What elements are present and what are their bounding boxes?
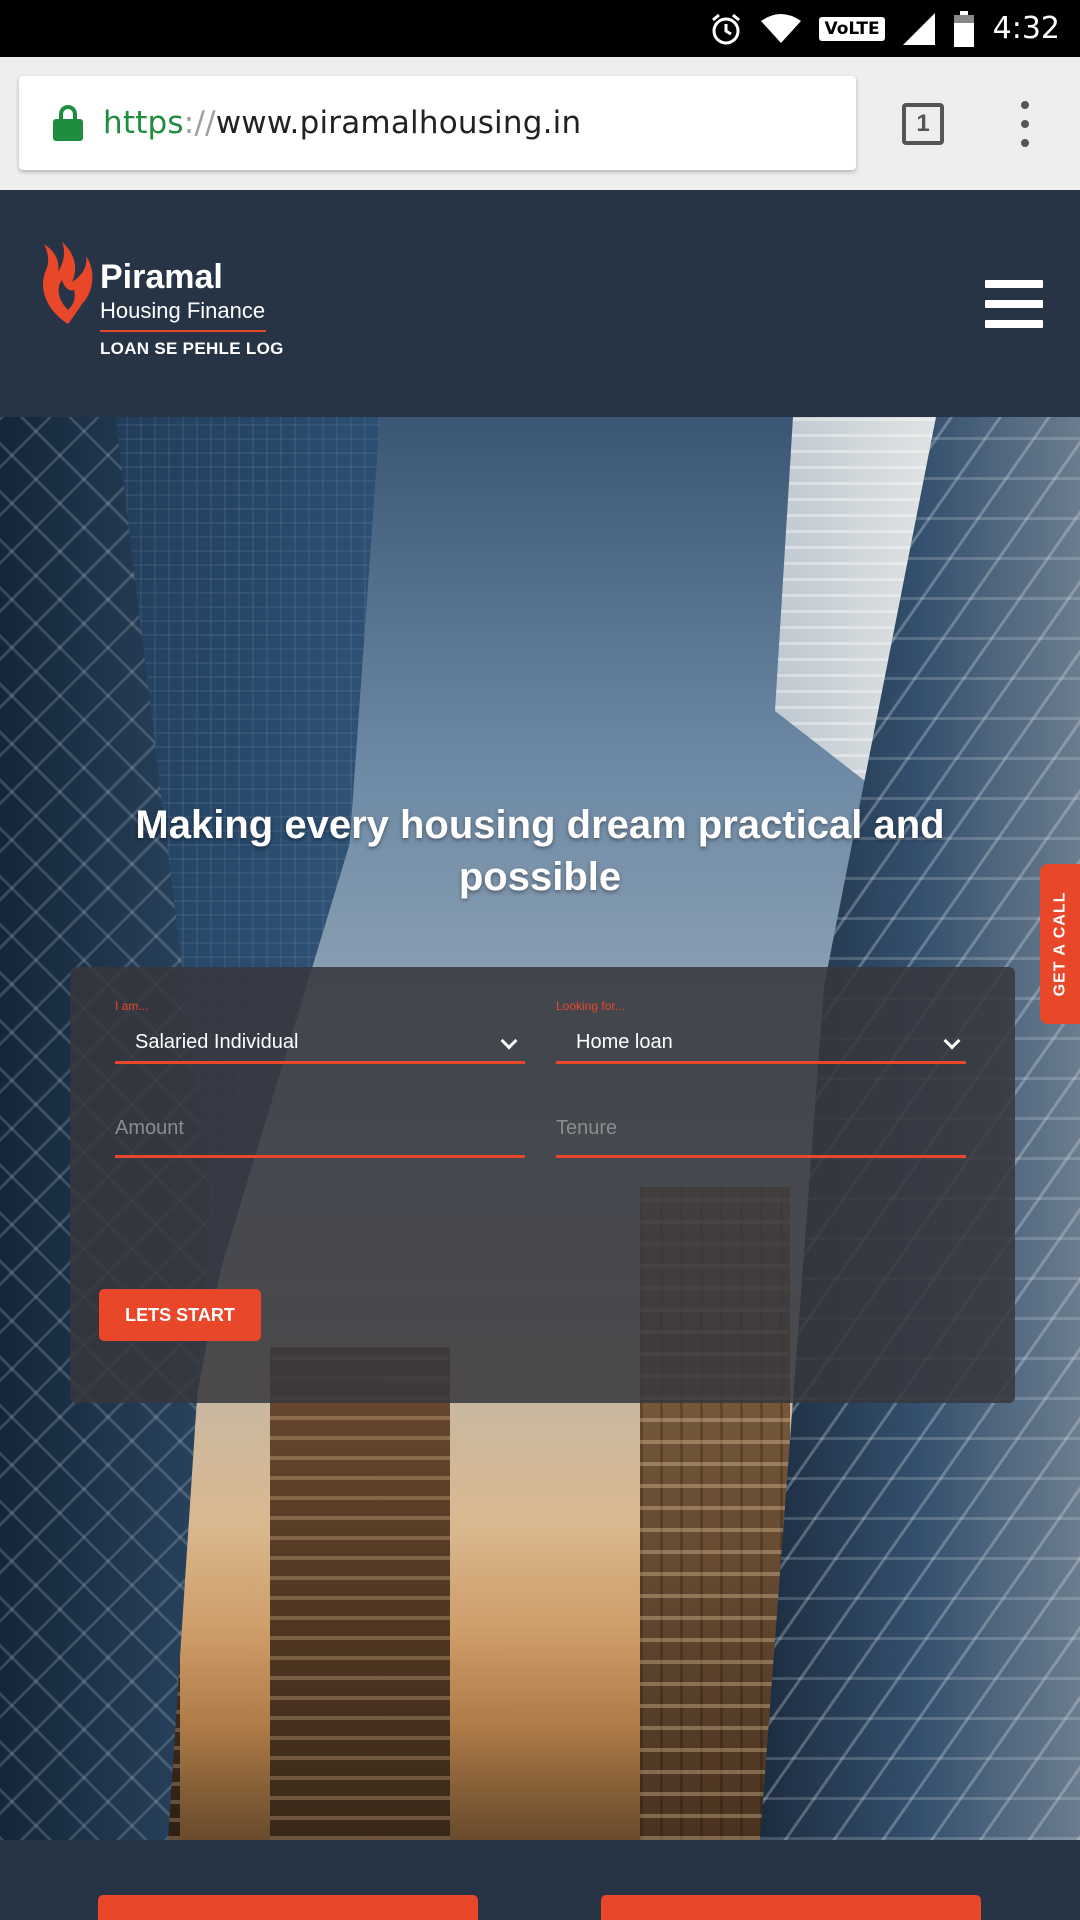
tenure-field[interactable]: Tenure — [556, 1117, 966, 1177]
hamburger-menu-icon[interactable] — [985, 280, 1043, 328]
site-header: Piramal Housing Finance LOAN SE PEHLE LO… — [0, 190, 1080, 417]
hero-title: Making every housing dream practical and… — [135, 803, 945, 899]
brand-subtitle: Housing Finance — [100, 298, 266, 323]
brand-name: Piramal — [100, 258, 223, 296]
looking-for-label: Looking for... — [556, 999, 625, 1013]
iam-label: I am... — [115, 999, 149, 1013]
field-underline — [556, 1061, 966, 1064]
bottom-action-button[interactable] — [98, 1895, 478, 1920]
loan-form: I am... Salaried Individual Looking for.… — [70, 967, 1015, 1403]
browser-toolbar: https://www.piramalhousing.in 1 — [0, 57, 1080, 190]
url-text[interactable]: https://www.piramalhousing.in — [103, 105, 581, 141]
get-a-call-button[interactable]: GET A CALL — [1040, 864, 1080, 1024]
field-underline — [115, 1155, 525, 1158]
url-host: www.piramalhousing.in — [215, 105, 582, 141]
amount-field[interactable]: Amount — [115, 1117, 525, 1177]
get-a-call-label: GET A CALL — [1051, 891, 1068, 997]
wifi-icon — [761, 13, 802, 43]
iam-select[interactable]: I am... Salaried Individual — [115, 999, 525, 1064]
status-bar: VoLTE 4:32 — [0, 0, 1080, 57]
volte-badge: VoLTE — [819, 16, 885, 41]
tenure-placeholder: Tenure — [556, 1117, 618, 1139]
url-scheme: https — [103, 105, 184, 141]
flame-logo-icon — [42, 242, 93, 324]
field-underline — [556, 1155, 966, 1158]
background-building — [270, 1347, 450, 1840]
looking-for-value: Home loan — [576, 1031, 673, 1053]
battery-icon — [953, 10, 974, 47]
field-underline — [115, 1061, 525, 1064]
overflow-menu-icon[interactable] — [1015, 101, 1035, 147]
alarm-icon — [712, 13, 741, 44]
bottom-section — [0, 1840, 1080, 1920]
bottom-action-button[interactable] — [601, 1895, 981, 1920]
logo-divider — [100, 330, 266, 332]
url-separator: :// — [183, 105, 216, 141]
address-bar[interactable]: https://www.piramalhousing.in — [19, 76, 856, 170]
amount-placeholder: Amount — [115, 1117, 184, 1139]
iam-value: Salaried Individual — [135, 1031, 299, 1053]
lock-icon — [53, 105, 83, 141]
lets-start-button[interactable]: LETS START — [99, 1289, 261, 1341]
hero-section: GET A CALL Making every housing dream pr… — [0, 417, 1080, 1840]
tab-switcher-button[interactable]: 1 — [902, 103, 944, 145]
looking-for-select[interactable]: Looking for... Home loan — [556, 999, 966, 1064]
clock: 4:32 — [992, 11, 1060, 46]
brand-tagline: LOAN SE PEHLE LOG — [100, 339, 284, 358]
signal-icon — [902, 12, 935, 45]
